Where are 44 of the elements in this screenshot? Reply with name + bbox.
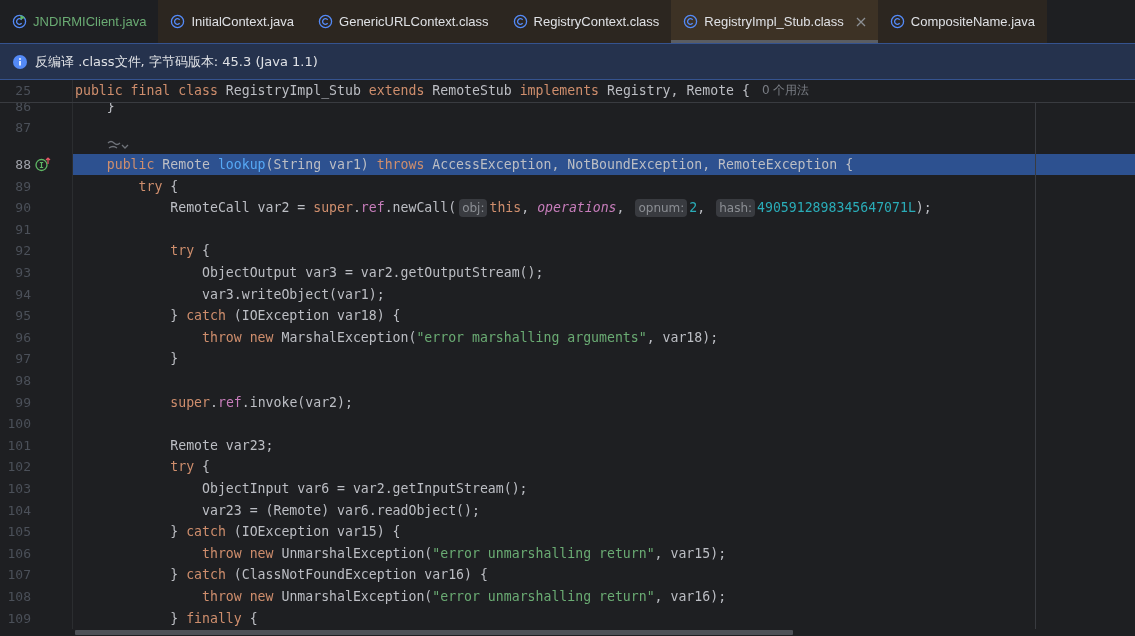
- code-text: throw new UnmarshalException("error unmarshalling return", var15);: [201, 545, 727, 561]
- code-text: } catch (IOException var15) {: [169, 524, 401, 540]
- class-icon: [318, 14, 334, 29]
- code-text: 2,: [689, 200, 707, 216]
- code-text: public final class RegistryImpl_Stub extends RemoteStub implements Registry, Remote {: [75, 83, 750, 99]
- class-icon: [683, 14, 699, 29]
- class-icon: [512, 14, 528, 29]
- code-text: super.ref.invoke(var2);: [169, 394, 353, 410]
- code-text: var3.writeObject(var1);: [201, 286, 385, 302]
- close-icon[interactable]: [855, 16, 866, 27]
- info-icon: [13, 54, 27, 69]
- code-text: public Remote lookup(String var1) throws AccessException, NotBoundException, RemoteException {: [105, 157, 854, 173]
- code-text: try {: [169, 243, 210, 259]
- class-icon: [889, 14, 905, 29]
- info-text: 反编译 .class文件, 字节码版本: 45.3 (Java 1.1): [35, 52, 318, 71]
- code-text: }: [169, 351, 179, 367]
- horizontal-scrollbar[interactable]: [75, 630, 793, 635]
- code-text: } catch (IOException var18) {: [169, 308, 401, 324]
- parameter-hint: opnum:: [635, 198, 688, 217]
- code-text: try {: [137, 178, 179, 194]
- editor-tab[interactable]: InitialContext.java: [158, 0, 307, 43]
- editor-tab[interactable]: CompositeName.java: [877, 0, 1048, 43]
- code-text: ObjectOutput var3 = var2.getOutputStream();: [201, 265, 544, 281]
- code-text: try {: [169, 459, 210, 475]
- parameter-hint: hash:: [716, 198, 756, 217]
- code-text: 4905912898345647071L);: [757, 200, 932, 216]
- code-text: RemoteCall var2 = super.ref.newCall(: [169, 200, 457, 216]
- code-text: } finally {: [169, 610, 258, 626]
- code-text: Remote var23;: [169, 437, 274, 453]
- class-icon: [170, 14, 186, 29]
- code-text: var23 = (Remote) var6.readObject();: [201, 502, 480, 518]
- class-run-icon: [12, 14, 27, 29]
- usage-hint[interactable]: 0 个用法: [761, 82, 810, 100]
- line-number: 88: [14, 157, 31, 173]
- code-text: ObjectInput var6 = var2.getInputStream();: [201, 481, 528, 496]
- implementation-icon[interactable]: [35, 157, 51, 173]
- parameter-hint: obj:: [459, 198, 488, 217]
- editor-tab[interactable]: GenericURLContext.class: [306, 0, 501, 43]
- editor-tab[interactable]: RegistryImpl_Stub.class: [671, 0, 878, 43]
- code-text: } catch (ClassNotFoundException var16) {: [169, 567, 488, 583]
- code-text: throw new UnmarshalException("error unmarshalling return", var16);: [201, 588, 727, 604]
- code-text: throw new MarshalException("error marshalling arguments", var18);: [201, 329, 719, 345]
- code-text: this, operations,: [489, 200, 626, 216]
- editor-tab[interactable]: RegistryContext.class: [500, 0, 672, 43]
